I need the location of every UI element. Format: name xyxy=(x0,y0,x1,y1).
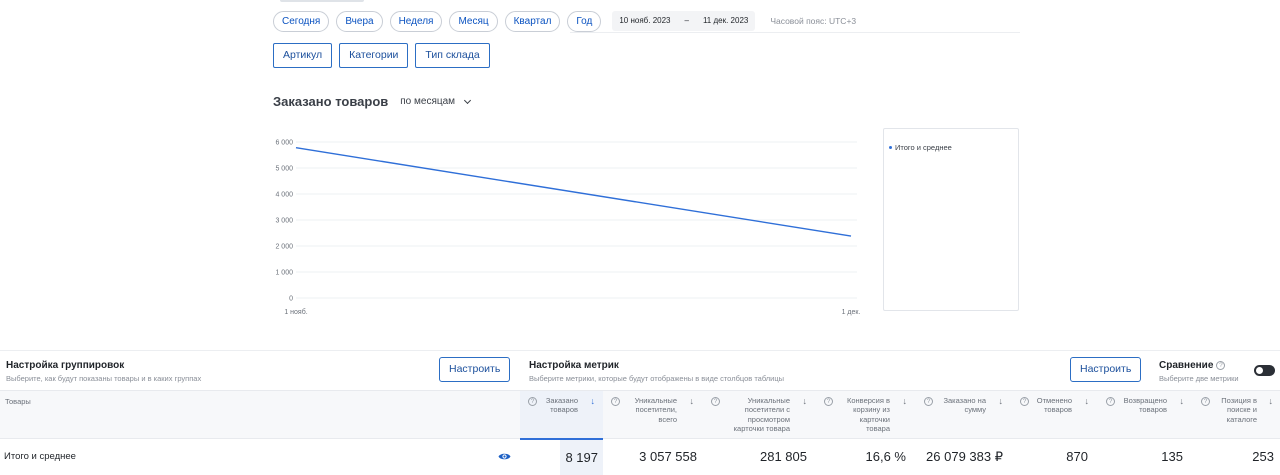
metric-column-label: Позиция в поиске и каталоге xyxy=(1221,396,1257,424)
compare-settings: Сравнение? Выберите две метрики xyxy=(1159,360,1239,383)
grouping-settings: Настройка группировок Выберите, как буду… xyxy=(6,360,201,383)
help-icon[interactable]: ? xyxy=(611,397,620,406)
compare-title-row: Сравнение? xyxy=(1159,360,1239,371)
legend-label: Итого и среднее xyxy=(895,143,952,152)
compare-subtitle: Выберите две метрики xyxy=(1159,374,1239,383)
period-today-button[interactable]: Сегодня xyxy=(273,10,330,32)
period-year-button[interactable]: Год xyxy=(567,10,602,32)
arrow-down-icon[interactable]: ↓ xyxy=(690,396,695,406)
metric-column-label: Конверсия в корзину из карточки товара xyxy=(847,396,890,433)
arrow-down-icon[interactable]: ↓ xyxy=(591,396,596,406)
grouping-configure-button[interactable]: Настроить xyxy=(439,357,511,382)
compare-toggle[interactable] xyxy=(1254,365,1275,376)
period-month-button[interactable]: Месяц xyxy=(449,10,498,32)
chart-title: Заказано товаров xyxy=(273,94,389,109)
metric-column-header[interactable]: ? Заказано товаров ↓ xyxy=(520,391,603,440)
help-icon[interactable]: ? xyxy=(711,397,720,406)
arrow-down-icon[interactable]: ↓ xyxy=(803,396,808,406)
period-week-button[interactable]: Неделя xyxy=(389,10,443,32)
metric-cell: 281 805 xyxy=(760,449,807,464)
date-row-divider xyxy=(570,32,1020,33)
y-tick-label: 4 000 xyxy=(275,192,293,199)
arrow-down-icon[interactable]: ↓ xyxy=(1180,396,1185,406)
arrow-down-icon[interactable]: ↓ xyxy=(999,396,1004,406)
metrics-configure-button[interactable]: Настроить xyxy=(1070,357,1142,382)
series-line[interactable] xyxy=(295,147,852,237)
metric-cell: 3 057 558 xyxy=(639,449,697,464)
period-select[interactable]: по месяцам xyxy=(400,96,472,107)
help-icon[interactable]: ? xyxy=(1020,397,1029,406)
grouping-settings-title: Настройка группировок xyxy=(6,360,125,371)
chevron-down-icon xyxy=(464,96,472,104)
eye-icon[interactable] xyxy=(498,452,511,461)
period-yesterday-button[interactable]: Вчера xyxy=(336,10,383,32)
x-tick-label: 1 дек. xyxy=(842,309,861,316)
metric-column-header[interactable]: ? Позиция в поиске и каталоге ↓ xyxy=(1193,391,1280,439)
metric-column-label: Возвращено товаров xyxy=(1123,396,1167,415)
help-icon[interactable]: ? xyxy=(824,397,833,406)
y-tick-label: 3 000 xyxy=(275,218,293,225)
metric-cell: 135 xyxy=(1161,449,1183,464)
metric-cell: 16,6 % xyxy=(865,449,906,464)
metric-column-label: Уникальные посетители, всего xyxy=(634,396,677,424)
line-chart: 0 1 000 2 000 3 000 4 000 5 000 6 000 1 нояб. 1 … xyxy=(275,140,861,317)
row-name: Итого и среднее xyxy=(4,451,76,462)
grouping-buttons: Артикул Категории Тип склада xyxy=(273,43,490,68)
legend-item[interactable]: Итого и среднее xyxy=(889,143,952,152)
metric-cell: 8 197 xyxy=(560,440,603,475)
metrics-settings-title: Настройка метрик xyxy=(529,360,619,371)
x-tick-label: 1 нояб. xyxy=(284,308,307,316)
y-tick-label: 2 000 xyxy=(275,244,293,251)
help-icon[interactable]: ? xyxy=(1216,361,1226,370)
metric-column-header[interactable]: ? Возвращено товаров ↓ xyxy=(1098,391,1193,439)
metric-column-label: Отменено товаров xyxy=(1036,396,1072,415)
metric-column-header[interactable]: ? Уникальные посетители с просмотром карточк… xyxy=(703,391,816,439)
metrics-settings-subtitle: Выберите метрики, которые будут отображе… xyxy=(529,374,785,383)
period-quarter-button[interactable]: Квартал xyxy=(504,10,561,32)
date-to: 11 дек. 2023 xyxy=(702,16,749,25)
arrow-down-icon[interactable]: ↓ xyxy=(1085,396,1090,406)
period-select-value: по месяцам xyxy=(400,96,456,107)
metrics-settings: Настройка метрик Выберите метрики, котор… xyxy=(529,360,784,383)
help-icon[interactable]: ? xyxy=(1201,397,1210,406)
date-from: 10 нояб. 2023 xyxy=(619,16,671,25)
chart-legend: Итого и среднее xyxy=(883,128,1019,311)
group-categories-button[interactable]: Категории xyxy=(339,43,409,68)
date-range-picker[interactable]: 10 нояб. 2023 – 11 дек. 2023 xyxy=(612,11,756,31)
chart-header: Заказано товаров по месяцам xyxy=(273,94,472,109)
goods-column-header: Товары xyxy=(5,397,31,406)
metric-column-header[interactable]: ? Уникальные посетители, всего ↓ xyxy=(603,391,703,439)
arrow-down-icon[interactable]: ↓ xyxy=(1269,396,1274,406)
metric-column-header[interactable]: ? Заказано на сумму ↓ xyxy=(916,391,1012,439)
arrow-down-icon[interactable]: ↓ xyxy=(903,396,908,406)
top-tab-indicator xyxy=(280,0,364,2)
metric-cell: 253 xyxy=(1252,449,1274,464)
metric-column-label: Заказано на сумму xyxy=(943,396,986,415)
help-icon[interactable]: ? xyxy=(924,397,933,406)
metric-column-header[interactable]: ? Конверсия в корзину из карточки товара ↓ xyxy=(816,391,916,439)
table-row: Итого и среднее 8 197 3 057 558 281 805 16,… xyxy=(0,440,1280,475)
grouping-settings-subtitle: Выберите, как будут показаны товары и в … xyxy=(6,374,202,383)
timezone-label: Часовой пояс: UTC+3 xyxy=(770,16,857,26)
group-article-button[interactable]: Артикул xyxy=(273,43,333,68)
metric-column-header[interactable]: ? Отменено товаров ↓ xyxy=(1012,391,1098,439)
y-tick-label: 5 000 xyxy=(275,166,293,173)
help-icon[interactable]: ? xyxy=(1106,397,1115,406)
compare-title: Сравнение xyxy=(1159,360,1214,371)
help-icon[interactable]: ? xyxy=(528,397,537,406)
date-separator: – xyxy=(684,16,689,25)
group-warehouse-type-button[interactable]: Тип склада xyxy=(415,43,490,68)
y-tick-label: 0 xyxy=(289,296,293,303)
y-tick-label: 6 000 xyxy=(275,140,293,147)
metric-column-label: Заказано товаров xyxy=(545,396,578,415)
metric-column-label: Уникальные посетители с просмотром карточки… xyxy=(733,396,790,433)
legend-dot-icon xyxy=(889,146,892,149)
period-filter-row: Сегодня Вчера Неделя Месяц Квартал Год 1… xyxy=(273,10,856,32)
table-header: Товары ? Заказано товаров ↓? Уникальные посет… xyxy=(0,390,1280,440)
y-tick-label: 1 000 xyxy=(275,270,293,277)
metric-cell: 26 079 383 ₽ xyxy=(926,449,1003,464)
metric-cell: 870 xyxy=(1066,449,1088,464)
